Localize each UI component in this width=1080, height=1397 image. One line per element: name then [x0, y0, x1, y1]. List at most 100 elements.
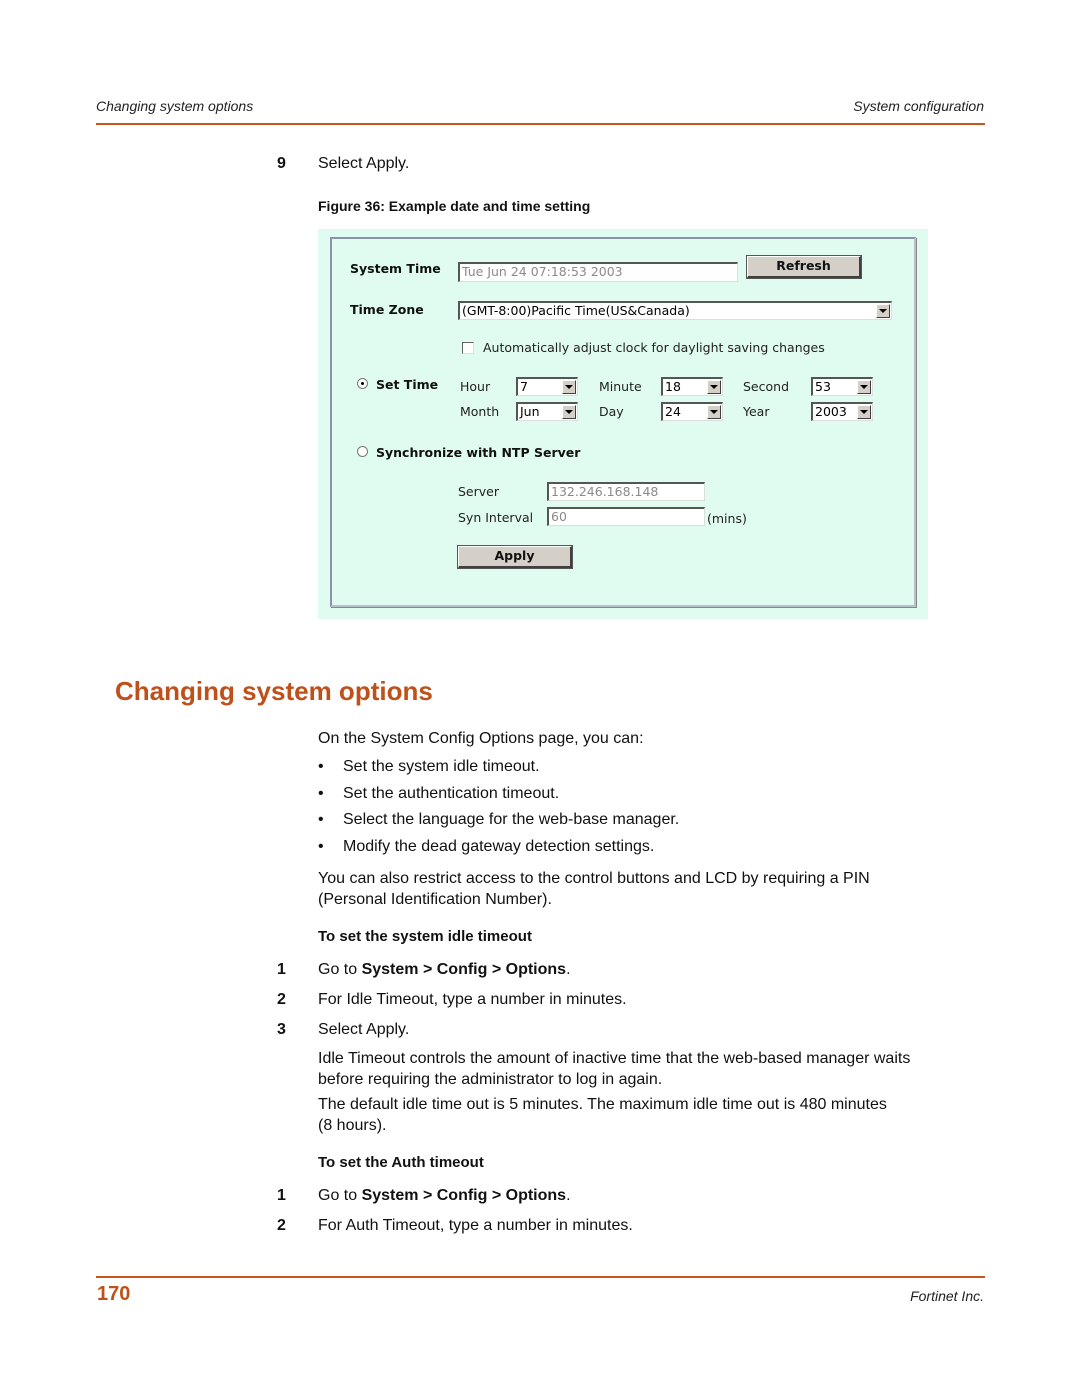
month-select[interactable]: Jun — [516, 402, 578, 421]
step-suffix: . — [566, 1187, 571, 1204]
chevron-down-icon[interactable] — [707, 380, 721, 394]
syn-interval-field[interactable]: 60 — [547, 507, 705, 526]
menu-path: System > Config > Options — [361, 1187, 567, 1204]
step-suffix: . — [566, 961, 571, 978]
bullet-icon: • — [318, 758, 324, 775]
pin-paragraph-line: (Personal Identification Number). — [318, 891, 552, 908]
set-time-label: Set Time — [376, 377, 439, 392]
year-value: 2003 — [815, 404, 847, 419]
pin-paragraph: You can also restrict access to the cont… — [318, 868, 870, 910]
step-number: 9 — [277, 155, 286, 172]
idle-timeout-heading: To set the system idle timeout — [318, 928, 532, 945]
bullet-item: • Set the system idle timeout. — [318, 758, 540, 776]
step-9: 9 Select Apply. — [270, 155, 409, 173]
bullet-text: Select the language for the web-base man… — [343, 811, 680, 828]
bullet-item: • Set the authentication timeout. — [318, 785, 559, 803]
step-number: 3 — [277, 1021, 286, 1038]
time-zone-select[interactable]: (GMT-8:00)Pacific Time(US&Canada) — [458, 301, 892, 320]
month-label: Month — [460, 404, 500, 419]
menu-path: System > Config > Options — [361, 961, 567, 978]
chevron-down-icon[interactable] — [857, 405, 871, 419]
screenshot-panel: System Time Tue Jun 24 07:18:53 2003 Ref… — [330, 237, 916, 607]
bullet-icon: • — [318, 811, 324, 828]
bullet-item: • Modify the dead gateway detection sett… — [318, 838, 654, 856]
bullet-icon: • — [318, 785, 324, 802]
time-zone-label: Time Zone — [350, 302, 424, 317]
chevron-down-icon[interactable] — [857, 380, 871, 394]
server-field[interactable]: 132.246.168.148 — [547, 482, 705, 501]
auth-step-2: 2 For Auth Timeout, type a number in min… — [270, 1217, 633, 1235]
running-header-right: System configuration — [853, 98, 984, 114]
day-value: 24 — [665, 404, 681, 419]
step-text: Select Apply. — [318, 1021, 410, 1038]
dst-checkbox-label: Automatically adjust clock for daylight … — [483, 340, 825, 355]
hour-select[interactable]: 7 — [516, 377, 578, 396]
day-select[interactable]: 24 — [661, 402, 723, 421]
apply-button[interactable]: Apply — [457, 545, 573, 569]
note-line: before requiring the administrator to lo… — [318, 1071, 663, 1088]
bullet-text: Modify the dead gateway detection settin… — [343, 838, 655, 855]
second-value: 53 — [815, 379, 831, 394]
idle-step-1: 1 Go to System > Config > Options. — [270, 961, 571, 979]
note-line: Idle Timeout controls the amount of inac… — [318, 1050, 911, 1067]
second-select[interactable]: 53 — [811, 377, 873, 396]
system-time-label: System Time — [350, 261, 441, 276]
step-number: 2 — [277, 1217, 286, 1234]
day-label: Day — [599, 404, 624, 419]
step-text: For Auth Timeout, type a number in minut… — [318, 1217, 633, 1234]
year-label: Year — [743, 404, 770, 419]
step-number: 1 — [277, 1187, 286, 1204]
pin-paragraph-line: You can also restrict access to the cont… — [318, 870, 870, 887]
minute-select[interactable]: 18 — [661, 377, 723, 396]
idle-note-1: Idle Timeout controls the amount of inac… — [318, 1048, 910, 1090]
idle-step-3: 3 Select Apply. — [270, 1021, 409, 1039]
running-header-left: Changing system options — [96, 98, 254, 114]
footer-rule — [96, 1276, 985, 1278]
refresh-button[interactable]: Refresh — [746, 255, 862, 279]
chevron-down-icon[interactable] — [707, 405, 721, 419]
section-title: Changing system options — [115, 676, 433, 706]
bullet-text: Set the authentication timeout. — [343, 785, 560, 802]
header-rule — [96, 123, 985, 125]
bullet-icon: • — [318, 838, 324, 855]
bullet-text: Set the system idle timeout. — [343, 758, 540, 775]
hour-value: 7 — [520, 379, 528, 394]
second-label: Second — [743, 379, 790, 394]
year-select[interactable]: 2003 — [811, 402, 873, 421]
syn-interval-label: Syn Interval — [458, 510, 534, 525]
chevron-down-icon[interactable] — [876, 304, 890, 318]
intro-paragraph: On the System Config Options page, you c… — [318, 730, 644, 747]
step-prefix: Go to — [318, 961, 362, 978]
system-time-field[interactable]: Tue Jun 24 07:18:53 2003 — [458, 262, 738, 282]
minute-label: Minute — [599, 379, 642, 394]
dst-checkbox[interactable] — [462, 342, 474, 354]
mins-label: (mins) — [707, 511, 747, 526]
minute-value: 18 — [665, 379, 681, 394]
idle-step-2: 2 For Idle Timeout, type a number in min… — [270, 991, 627, 1009]
month-value: Jun — [520, 404, 540, 419]
step-number: 2 — [277, 991, 286, 1008]
chevron-down-icon[interactable] — [562, 380, 576, 394]
server-label: Server — [458, 484, 499, 499]
chevron-down-icon[interactable] — [562, 405, 576, 419]
page-number: 170 — [97, 1283, 131, 1305]
step-text: For Idle Timeout, type a number in minut… — [318, 991, 627, 1008]
footer-company: Fortinet Inc. — [910, 1288, 984, 1304]
step-text: Go to System > Config > Options. — [318, 961, 571, 979]
ntp-radio[interactable] — [357, 446, 368, 457]
step-prefix: Go to — [318, 1187, 362, 1204]
note-line: (8 hours). — [318, 1117, 387, 1134]
note-line: The default idle time out is 5 minutes. … — [318, 1096, 887, 1113]
auth-step-1: 1 Go to System > Config > Options. — [270, 1187, 571, 1205]
idle-note-2: The default idle time out is 5 minutes. … — [318, 1094, 887, 1136]
bullet-item: • Select the language for the web-base m… — [318, 811, 679, 829]
auth-timeout-heading: To set the Auth timeout — [318, 1154, 484, 1171]
step-text: Go to System > Config > Options. — [318, 1187, 571, 1205]
ntp-label: Synchronize with NTP Server — [376, 445, 581, 460]
step-number: 1 — [277, 961, 286, 978]
step-text: Select Apply. — [318, 155, 410, 172]
hour-label: Hour — [460, 379, 491, 394]
time-zone-value: (GMT-8:00)Pacific Time(US&Canada) — [462, 303, 690, 318]
set-time-radio[interactable] — [357, 378, 368, 389]
figure-caption: Figure 36: Example date and time setting — [318, 198, 591, 214]
